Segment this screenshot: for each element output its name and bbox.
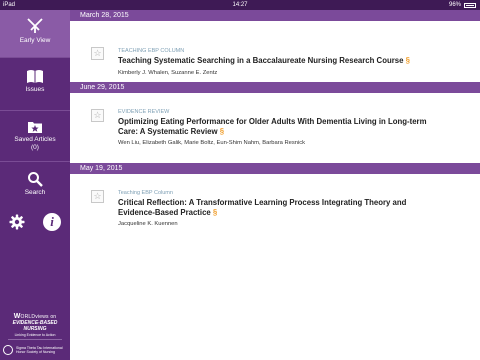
utility-row: i <box>0 213 70 231</box>
article-authors: Wen Liu, Elizabeth Galik, Marie Boltz, E… <box>118 140 306 146</box>
clock: 14:27 <box>232 2 248 8</box>
article-item[interactable]: ☆ Teaching EBP Column Critical Reflectio… <box>70 174 480 244</box>
sidebar-item-label: Saved Articles <box>14 136 56 143</box>
favorite-star-icon[interactable]: ☆ <box>91 47 104 60</box>
worldviews-logo: WORLDviews on EVIDENCE-BASED NURSING Lin… <box>12 313 58 337</box>
honor-society-logo: Sigma Theta Tau International Honor Soci… <box>3 345 69 355</box>
sidebar-item-saved-articles[interactable]: Saved Articles (0) <box>0 111 70 161</box>
article-title[interactable]: Optimizing Eating Performance for Older … <box>118 117 438 136</box>
sidebar: Early View Issues Saved Articles (0) Sea… <box>0 10 70 360</box>
open-access-icon: § <box>219 126 225 136</box>
book-icon <box>27 70 43 83</box>
article-title[interactable]: Teaching Systematic Searching in a Bacca… <box>118 56 438 66</box>
article-authors: Kimberly J. Whalen, Suzanne E. Zentz <box>118 70 218 76</box>
early-view-logo-icon <box>27 18 43 33</box>
article-category: EVIDENCE REVIEW <box>118 109 170 115</box>
search-icon <box>28 172 43 187</box>
sidebar-item-issues[interactable]: Issues <box>0 58 70 110</box>
date-header: May 19, 2015 <box>70 163 480 174</box>
article-title[interactable]: Critical Reflection: A Transformative Le… <box>118 198 438 217</box>
article-authors: Jacqueline K. Kuennen <box>118 221 178 227</box>
article-item[interactable]: ☆ TEACHING EBP COLUMN Teaching Systemati… <box>70 21 480 82</box>
battery-percent: 96% <box>448 2 461 8</box>
article-category: TEACHING EBP COLUMN <box>118 48 185 54</box>
sidebar-item-early-view[interactable]: Early View <box>0 10 70 57</box>
saved-articles-count: (0) <box>31 144 39 151</box>
society-seal-icon <box>3 345 13 355</box>
open-access-icon: § <box>405 56 410 65</box>
date-header: June 29, 2015 <box>70 82 480 93</box>
favorite-star-icon[interactable]: ☆ <box>91 190 104 203</box>
open-access-icon: § <box>212 207 218 217</box>
date-header: March 28, 2015 <box>70 10 480 21</box>
status-bar: iPad 14:27 96% <box>0 0 480 10</box>
info-icon[interactable]: i <box>43 213 61 231</box>
article-list: March 28, 2015 ☆ TEACHING EBP COLUMN Tea… <box>70 10 480 360</box>
sidebar-item-label: Search <box>24 189 46 196</box>
article-category: Teaching EBP Column <box>118 190 173 196</box>
sidebar-item-label: Early View <box>19 37 51 44</box>
logo-divider <box>8 339 62 340</box>
gear-icon[interactable] <box>9 214 25 230</box>
battery-icon <box>464 2 476 8</box>
battery-status: 96% <box>449 0 476 10</box>
star-folder-icon <box>28 122 42 133</box>
sidebar-item-search[interactable]: Search <box>0 162 70 207</box>
sidebar-item-label: Issues <box>25 86 45 93</box>
favorite-star-icon[interactable]: ☆ <box>91 109 104 122</box>
article-item[interactable]: ☆ EVIDENCE REVIEW Optimizing Eating Perf… <box>70 93 480 163</box>
